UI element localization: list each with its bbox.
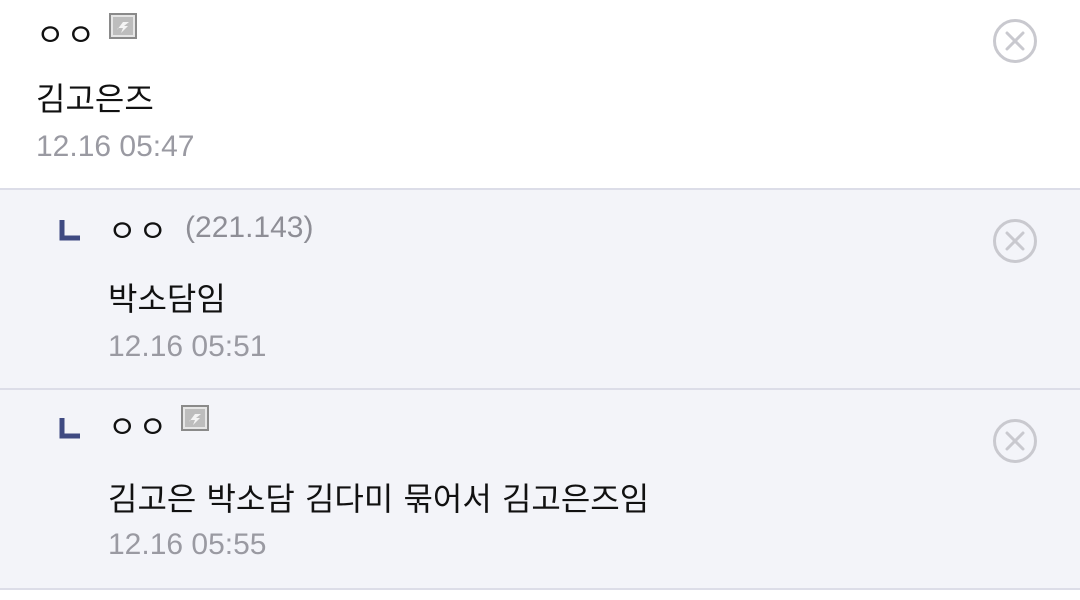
comment-ip: (221.143) — [185, 211, 314, 244]
comment-list: ㅇㅇ 김고은즈 12.16 05:47 ㅇㅇ (221.143) 박소담임 12… — [0, 0, 1080, 600]
reply-arrow-icon — [59, 220, 80, 241]
comment-header: ㅇㅇ — [108, 402, 210, 447]
comment-time: 12.16 05:51 — [108, 330, 267, 363]
circle-x-icon[interactable] — [992, 418, 1038, 464]
comment-text: 김고은 박소담 김다미 묶어서 김고은즈임 — [108, 480, 650, 518]
comment-nickname[interactable]: ㅇㅇ — [108, 206, 169, 251]
comment-text: 김고은즈 — [36, 80, 154, 118]
comment-header: ㅇㅇ (221.143) — [108, 206, 314, 251]
comment-nickname[interactable]: ㅇㅇ — [108, 402, 169, 447]
reply-item: ㅇㅇ 김고은 박소담 김다미 묶어서 김고은즈임 12.16 05:55 — [0, 390, 1080, 590]
comment-header: ㅇㅇ — [36, 10, 138, 55]
comment-item: ㅇㅇ 김고은즈 12.16 05:47 — [0, 0, 1080, 190]
circle-x-icon[interactable] — [992, 218, 1038, 264]
reply-item: ㅇㅇ (221.143) 박소담임 12.16 05:51 — [0, 190, 1080, 390]
comment-text: 박소담임 — [108, 280, 226, 318]
comment-nickname[interactable]: ㅇㅇ — [36, 10, 97, 55]
fixed-nickname-badge-icon — [109, 13, 138, 39]
comment-time: 12.16 05:47 — [36, 130, 195, 163]
reply-arrow-icon — [59, 418, 80, 439]
comment-time: 12.16 05:55 — [108, 528, 267, 561]
fixed-nickname-badge-icon — [181, 405, 210, 431]
circle-x-icon[interactable] — [992, 18, 1038, 64]
